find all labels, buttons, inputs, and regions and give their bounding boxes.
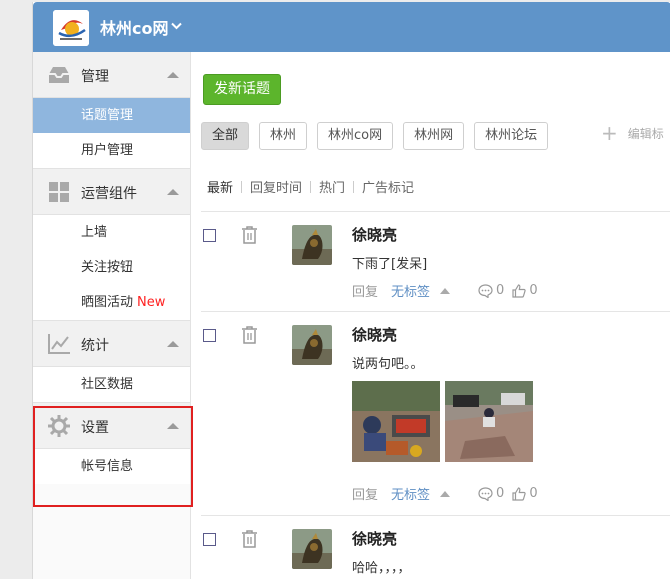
chevron-down-icon — [171, 19, 183, 33]
collapse-caret-icon[interactable] — [167, 72, 179, 78]
trash-icon[interactable] — [241, 226, 258, 244]
sidebar-item-user-manage[interactable]: 用户管理 — [33, 133, 190, 168]
divider — [241, 180, 243, 193]
photo-gallery — [352, 381, 533, 462]
topic-content: 下雨了[发呆] — [352, 257, 428, 272]
topic-item: 徐晓亮 说两句吧。。 回复 无标签 0 0 — [191, 312, 670, 516]
site-title: 林州co网 — [100, 19, 169, 38]
select-checkbox[interactable] — [203, 533, 216, 546]
plus-icon: + — [601, 121, 618, 145]
sidebar-group-stats[interactable]: 统计 — [33, 321, 190, 367]
sidebar-group-manage[interactable]: 管理 — [33, 52, 190, 98]
sort-tabs: 最新 回复时间 热门 广告标记 — [207, 177, 414, 196]
tag-filter-bar: 全部 林州 林州co网 林州网 林州论坛 — [201, 122, 549, 150]
sort-hot[interactable]: 热门 — [319, 177, 345, 196]
tag-linzhou-co[interactable]: 林州co网 — [317, 122, 394, 150]
sidebar-group-label: 设置 — [81, 420, 109, 436]
sidebar-item-account-info[interactable]: 帐号信息 — [33, 449, 190, 484]
grid-icon — [47, 181, 71, 203]
trash-icon[interactable] — [241, 326, 258, 344]
topic-content: 说两句吧。。 — [352, 357, 424, 372]
sidebar-group-label: 统计 — [81, 338, 109, 354]
divider — [310, 180, 312, 193]
sidebar-item-wall[interactable]: 上墙 — [33, 215, 190, 250]
caret-up-icon[interactable] — [440, 287, 451, 294]
topic-item: 徐晓亮 哈哈，，，， — [191, 516, 670, 579]
edit-tags-label: 编辑标 — [627, 126, 664, 141]
gear-icon — [47, 415, 71, 437]
comment-count[interactable]: 0 — [478, 486, 504, 501]
sidebar-group-items: 帐号信息 — [33, 449, 190, 484]
sort-ad-mark[interactable]: 广告标记 — [362, 177, 414, 196]
author-name[interactable]: 徐晓亮 — [352, 324, 397, 345]
tag-linzhou[interactable]: 林州 — [259, 122, 308, 150]
select-checkbox[interactable] — [203, 329, 216, 342]
collapse-caret-icon[interactable] — [167, 189, 179, 195]
topic-meta: 回复 无标签 0 0 — [352, 281, 538, 300]
photo-thumbnail[interactable] — [352, 381, 440, 462]
comment-count-value: 0 — [496, 486, 505, 501]
photo-thumbnail[interactable] — [445, 381, 533, 462]
like-count[interactable]: 0 — [512, 486, 538, 501]
comment-count-value: 0 — [496, 283, 505, 298]
edit-tags-link[interactable]: + 编辑标 — [601, 121, 664, 145]
sidebar-group-label: 管理 — [81, 69, 109, 85]
sidebar-item-label: 晒图活动 — [81, 295, 134, 310]
divider — [353, 180, 355, 193]
like-count-value: 0 — [529, 486, 538, 501]
label-selector[interactable]: 无标签 — [391, 281, 430, 300]
topic-meta: 回复 无标签 0 0 — [352, 484, 538, 503]
sidebar-group-items: 话题管理 用户管理 — [33, 98, 190, 169]
tag-all[interactable]: 全部 — [201, 122, 250, 150]
topic-content: 哈哈，，，， — [352, 561, 411, 576]
author-name[interactable]: 徐晓亮 — [352, 528, 397, 549]
collapse-caret-icon[interactable] — [167, 341, 179, 347]
author-name[interactable]: 徐晓亮 — [352, 224, 397, 245]
inbox-icon — [47, 64, 71, 86]
comment-count[interactable]: 0 — [478, 283, 504, 298]
tag-linzhou-net[interactable]: 林州网 — [403, 122, 465, 150]
reply-link[interactable]: 回复 — [352, 484, 378, 503]
sidebar-item-topic-manage[interactable]: 话题管理 — [33, 98, 190, 133]
topic-item: 徐晓亮 下雨了[发呆] 回复 无标签 0 0 — [191, 212, 670, 312]
caret-up-icon[interactable] — [440, 490, 451, 497]
site-logo[interactable] — [53, 10, 89, 46]
like-count[interactable]: 0 — [512, 283, 538, 298]
tag-linzhou-forum[interactable]: 林州论坛 — [474, 122, 549, 150]
sort-latest[interactable]: 最新 — [207, 177, 233, 196]
avatar[interactable] — [292, 225, 332, 265]
trash-icon[interactable] — [241, 530, 258, 548]
comment-icon — [478, 283, 493, 298]
reply-link[interactable]: 回复 — [352, 281, 378, 300]
sidebar-item-follow-button[interactable]: 关注按钮 — [33, 250, 190, 285]
sidebar-group-operations[interactable]: 运营组件 — [33, 169, 190, 215]
thumbs-up-icon — [512, 283, 526, 298]
sort-reply-time[interactable]: 回复时间 — [250, 177, 302, 196]
top-bar: 林州co网 — [33, 2, 670, 52]
avatar[interactable] — [292, 325, 332, 365]
avatar[interactable] — [292, 529, 332, 569]
comment-icon — [478, 486, 493, 501]
new-badge: New — [137, 295, 166, 310]
sidebar: 管理 话题管理 用户管理 运营组件 上墙 关注按钮 晒图活动 New 统计 社区… — [33, 52, 191, 579]
sidebar-group-settings[interactable]: 设置 — [33, 403, 190, 449]
new-topic-button[interactable]: 发新话题 — [203, 74, 281, 105]
sidebar-item-photo-event[interactable]: 晒图活动 New — [33, 285, 190, 320]
select-checkbox[interactable] — [203, 229, 216, 242]
sidebar-item-community-data[interactable]: 社区数据 — [33, 367, 190, 402]
collapse-caret-icon[interactable] — [167, 423, 179, 429]
sidebar-group-label: 运营组件 — [81, 186, 137, 202]
label-selector[interactable]: 无标签 — [391, 484, 430, 503]
app-window: 林州co网 管理 话题管理 用户管理 运营组件 上墙 关注按钮 晒图活动 New… — [32, 2, 670, 579]
chart-icon — [47, 333, 71, 355]
sidebar-group-items: 上墙 关注按钮 晒图活动 New — [33, 215, 190, 321]
site-switcher[interactable]: 林州co网 — [100, 15, 183, 39]
thumbs-up-icon — [512, 486, 526, 501]
sidebar-group-items: 社区数据 — [33, 367, 190, 403]
like-count-value: 0 — [529, 283, 538, 298]
main-content: 发新话题 全部 林州 林州co网 林州网 林州论坛 + 编辑标 最新 回复时间 … — [191, 52, 670, 579]
